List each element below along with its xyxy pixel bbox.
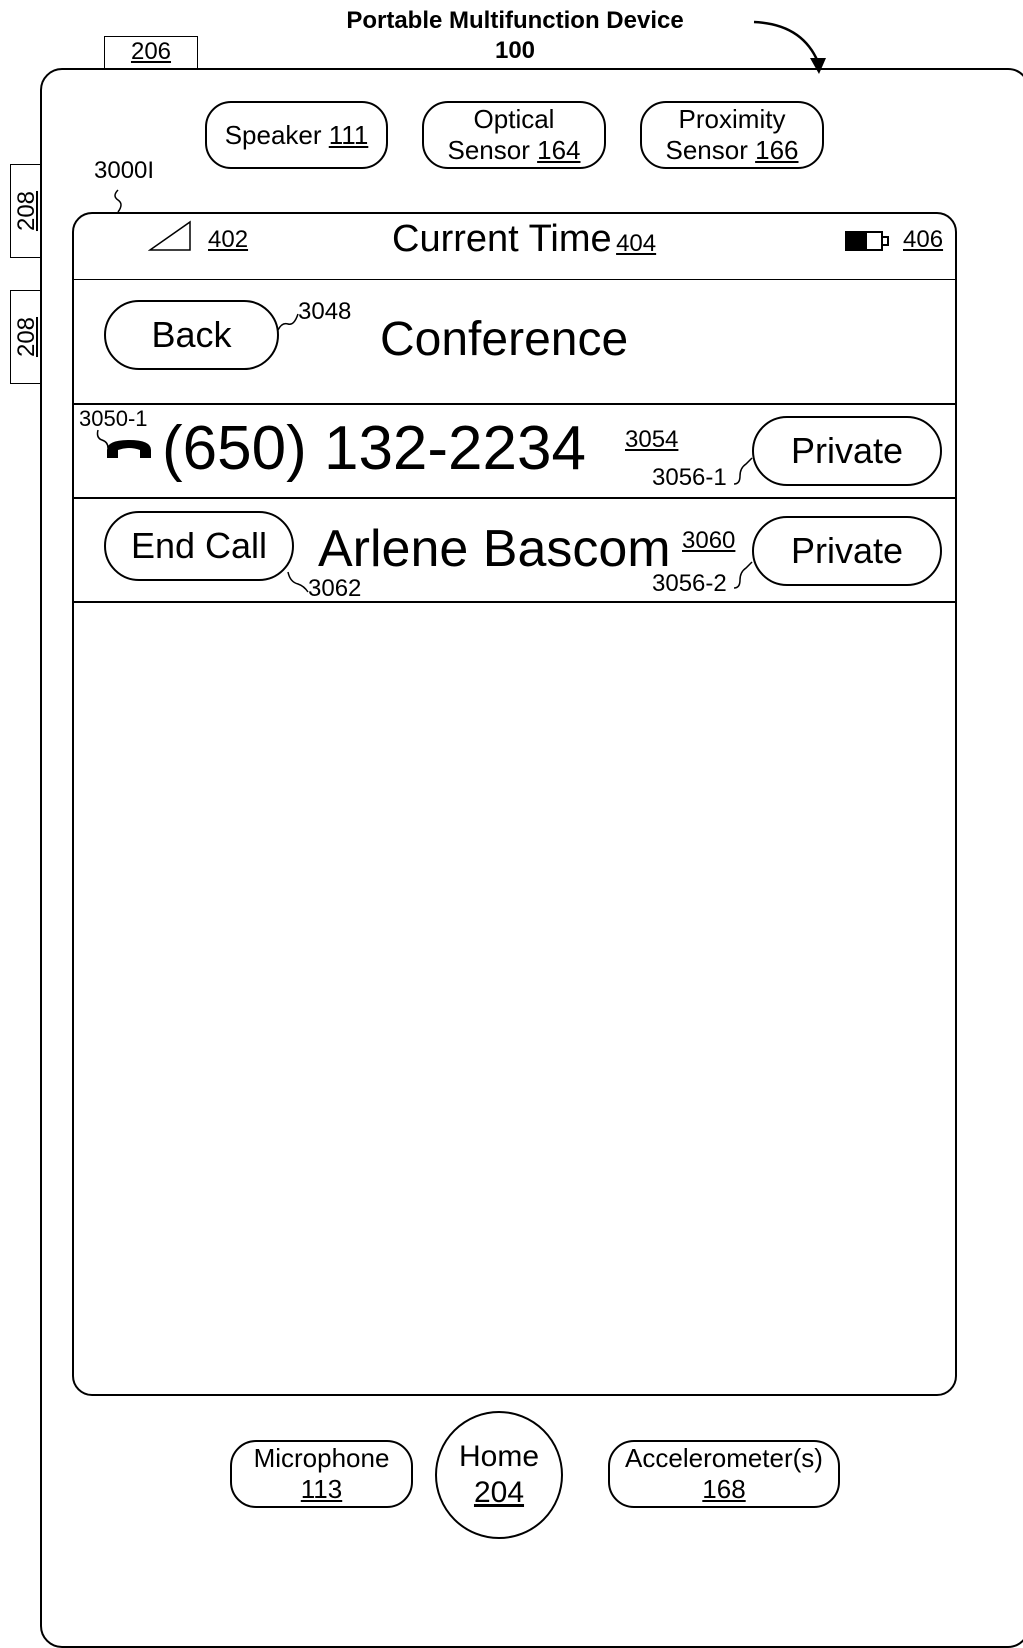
screen-ref-leader (114, 189, 122, 213)
private-ref-leader-2 (733, 561, 753, 589)
private-button-1-ref: 3056-1 (652, 464, 727, 491)
home-button[interactable]: Home 204 (435, 1411, 563, 1539)
caller-name-ref: 3060 (682, 527, 736, 554)
speaker: Speaker 111 (205, 101, 388, 169)
battery-ref: 406 (903, 226, 944, 253)
screen (72, 212, 957, 1396)
battery-icon (845, 231, 889, 251)
home-button-ref: 204 (473, 1476, 525, 1509)
side-button-left-1[interactable]: 208 (10, 164, 42, 258)
end-call-button-label: End Call (130, 525, 268, 566)
nav-divider (73, 403, 956, 405)
private-button-2[interactable]: Private (752, 516, 942, 586)
private-button-1[interactable]: Private (752, 416, 942, 486)
row-1-divider (73, 497, 956, 499)
proximity-sensor-label-2: Sensor (665, 135, 748, 165)
status-divider (73, 279, 956, 280)
private-button-1-label: Private (790, 430, 904, 471)
side-button-top[interactable]: 206 (104, 36, 198, 70)
microphone: Microphone 113 (230, 1440, 413, 1508)
screen-ref: 3000I (94, 157, 155, 184)
caller-name: Arlene Bascom (318, 520, 671, 578)
side-button-left-2-ref: 208 (13, 316, 40, 358)
end-call-button[interactable]: End Call (104, 511, 294, 581)
phone-handset-icon[interactable] (104, 436, 154, 462)
current-time: Current Time 404 (392, 218, 656, 261)
back-button-label: Back (151, 314, 232, 355)
caller-number: (650) 132-2234 (162, 414, 586, 483)
signal-ref: 402 (208, 226, 249, 253)
row-2-divider (73, 601, 956, 603)
proximity-sensor-label: Proximity (678, 104, 786, 134)
nav-title: Conference (380, 313, 629, 366)
optical-sensor-label-2: Sensor (447, 135, 530, 165)
home-button-label: Home (458, 1440, 540, 1473)
optical-sensor: Optical Sensor 164 (422, 101, 606, 169)
optical-sensor-ref: 164 (537, 135, 581, 165)
accelerometer-label: Accelerometer(s) (625, 1443, 823, 1473)
private-button-2-ref: 3056-2 (652, 570, 727, 597)
private-button-2-label: Private (790, 530, 904, 571)
device-title-text: Portable Multifunction Device (346, 7, 684, 34)
microphone-label: Microphone (253, 1443, 390, 1473)
speaker-ref: 111 (328, 119, 369, 150)
current-time-label: Current Time (392, 218, 612, 260)
speaker-label: Speaker (224, 119, 322, 150)
side-button-top-ref: 206 (130, 38, 172, 65)
device-pointer-arrow (753, 20, 826, 74)
microphone-ref: 113 (300, 1474, 343, 1504)
end-call-ref: 3062 (308, 575, 362, 602)
back-button[interactable]: Back (104, 300, 279, 370)
side-button-left-2[interactable]: 208 (10, 290, 42, 384)
optical-sensor-label: Optical (473, 104, 555, 134)
proximity-sensor-ref: 166 (755, 135, 799, 165)
device-number: 100 (494, 37, 536, 64)
proximity-sensor: Proximity Sensor 166 (640, 101, 824, 169)
accelerometer-ref: 168 (702, 1474, 746, 1504)
current-time-ref: 404 (616, 230, 657, 257)
caller-number-ref: 3054 (625, 426, 679, 453)
back-ref: 3048 (298, 298, 352, 325)
side-button-left-1-ref: 208 (13, 190, 40, 232)
signal-strength-icon (148, 220, 191, 251)
device-title: Portable Multifunction Device 100 (315, 6, 715, 66)
accelerometer: Accelerometer(s) 168 (608, 1440, 840, 1508)
